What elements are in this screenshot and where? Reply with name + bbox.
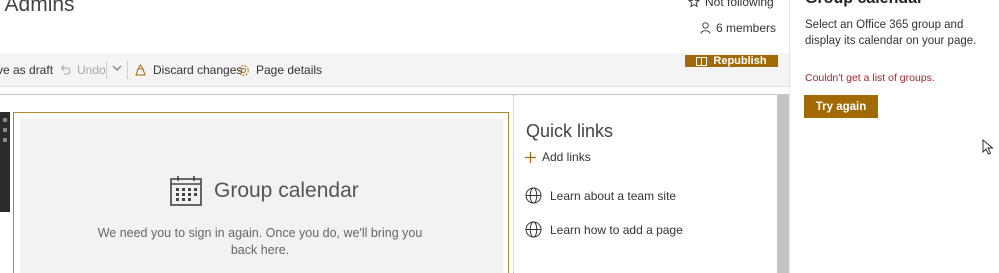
- site-title: t Admins: [0, 0, 75, 16]
- save-as-draft-button[interactable]: ve as draft: [0, 63, 53, 77]
- members-label: 6 members: [716, 21, 777, 35]
- undo-button[interactable]: Undo: [59, 63, 106, 77]
- quick-link-label: Learn how to add a page: [550, 222, 683, 237]
- property-pane-title: Group calendar: [805, 0, 923, 8]
- mouse-pointer-icon: [982, 139, 994, 155]
- column-divider: [513, 95, 514, 273]
- globe-icon: [525, 187, 542, 204]
- book-icon: [696, 56, 708, 66]
- undo-label: Undo: [77, 63, 106, 77]
- quick-link-item[interactable]: Learn about a team site: [525, 187, 676, 204]
- follow-button[interactable]: Not following: [688, 0, 774, 9]
- toolbar-divider: [106, 61, 107, 79]
- save-as-draft-label: ve as draft: [0, 63, 54, 77]
- republish-button[interactable]: Republish: [685, 55, 778, 67]
- try-again-button[interactable]: Try again: [804, 95, 878, 118]
- quick-links-title: Quick links: [526, 121, 614, 141]
- page-root: t Admins Not following 6 members ve as d…: [0, 0, 999, 273]
- discard-icon: [135, 64, 146, 76]
- quick-link-item[interactable]: Learn how to add a page: [525, 221, 683, 238]
- following-label: Not following: [705, 0, 774, 9]
- globe-icon: [525, 221, 542, 238]
- chevron-down-icon: [112, 65, 122, 71]
- page-details-label: Page details: [256, 63, 323, 77]
- add-links-button[interactable]: Add links: [525, 150, 591, 164]
- command-bar: ve as draft Undo Discard changes Page de…: [0, 53, 789, 87]
- property-pane-description: Select an Office 365 group and display i…: [805, 19, 977, 47]
- section-toolbar[interactable]: [0, 112, 10, 212]
- group-calendar-title: Group calendar: [214, 179, 359, 202]
- page-details-button[interactable]: Page details: [237, 63, 322, 77]
- canvas-scrollbar-thumb[interactable]: [777, 95, 789, 273]
- person-icon: [700, 22, 711, 34]
- undo-dropdown-button[interactable]: [112, 64, 122, 72]
- gear-icon: [238, 64, 249, 76]
- add-links-label: Add links: [542, 150, 591, 164]
- calendar-icon: [170, 176, 202, 206]
- group-calendar-heading: Group calendar: [170, 176, 359, 206]
- discard-changes-label: Discard changes: [153, 63, 243, 77]
- plus-icon: [525, 151, 536, 163]
- sign-in-message: We need you to sign in again. Once you d…: [97, 226, 423, 257]
- star-icon: [688, 0, 700, 8]
- error-message: Couldn't get a list of groups.: [805, 72, 935, 84]
- members-button[interactable]: 6 members: [700, 21, 776, 35]
- toolbar-divider: [127, 61, 128, 79]
- quick-link-label: Learn about a team site: [550, 188, 677, 203]
- discard-changes-button[interactable]: Discard changes: [134, 63, 242, 77]
- republish-label: Republish: [713, 55, 767, 67]
- undo-icon: [60, 65, 71, 75]
